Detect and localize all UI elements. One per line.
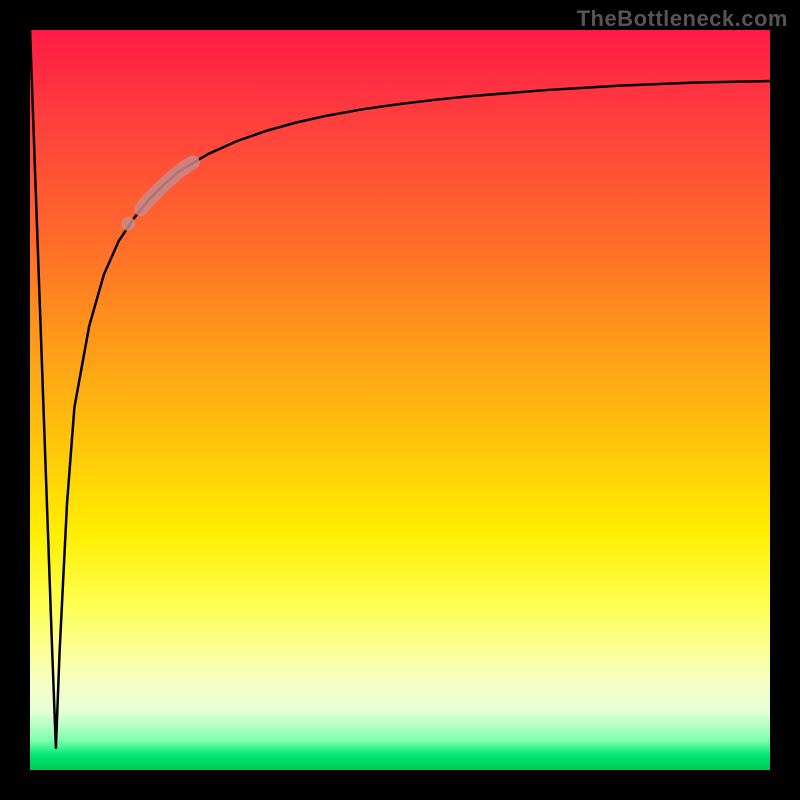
chart-frame: TheBottleneck.com — [0, 0, 800, 800]
highlighted-segment — [141, 162, 193, 209]
curve-layer — [30, 30, 770, 770]
plot-area — [30, 30, 770, 770]
watermark-text: TheBottleneck.com — [577, 6, 788, 32]
bottleneck-curve — [30, 30, 770, 748]
highlighted-dot — [121, 217, 135, 231]
